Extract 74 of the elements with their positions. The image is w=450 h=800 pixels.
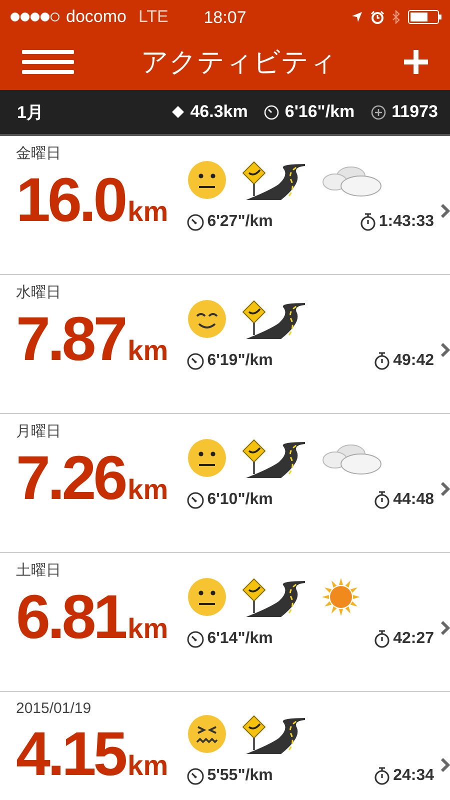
activity-date: 水曜日 — [16, 283, 62, 302]
road-sign-icon — [241, 299, 308, 339]
duration-value: 49:42 — [393, 352, 434, 370]
add-button[interactable] — [404, 50, 428, 74]
distance-value: 6.81 — [16, 582, 125, 653]
speedometer-icon — [187, 492, 204, 508]
activity-date: 金曜日 — [16, 144, 62, 163]
duration-value: 42:27 — [393, 630, 434, 648]
activity-date: 土曜日 — [16, 561, 62, 580]
road-sign-icon — [241, 714, 308, 754]
neutral-face-icon — [187, 438, 228, 478]
chevron-right-icon — [440, 757, 450, 773]
activity-row[interactable]: 土曜日 6.81km 6'14"/km 42:27 — [0, 553, 450, 692]
screen-title: アクティビティ — [141, 46, 337, 80]
road-sign-icon — [241, 160, 308, 200]
activity-date: 2015/01/19 — [16, 700, 92, 717]
network-type: LTE — [138, 7, 168, 27]
activity-date: 月曜日 — [16, 422, 62, 441]
average-pace: 6'16"/km — [284, 102, 355, 122]
distance-unit: km — [128, 750, 168, 782]
stopwatch-icon — [374, 352, 390, 370]
menu-button[interactable] — [22, 50, 74, 74]
chevron-right-icon — [440, 203, 450, 219]
signal-icon — [10, 12, 60, 22]
speedometer-icon — [264, 104, 279, 120]
distance-unit: km — [128, 196, 168, 228]
chevron-right-icon — [440, 342, 450, 358]
distance-unit: km — [128, 335, 168, 367]
clock: 18:07 — [204, 8, 246, 28]
stopwatch-icon — [360, 213, 376, 231]
neutral-face-icon — [187, 160, 228, 200]
distance-value: 16.0 — [16, 165, 125, 236]
speedometer-icon — [187, 352, 204, 370]
pace-value: 6'27"/km — [207, 213, 273, 231]
pace-value: 5'55"/km — [207, 767, 273, 785]
total-calories: 11973 — [392, 102, 438, 122]
pace-value: 6'14"/km — [207, 630, 273, 648]
battery-icon — [408, 10, 442, 24]
squinting-face-icon — [187, 714, 228, 754]
location-arrow-icon — [351, 11, 363, 23]
distance-value: 4.15 — [16, 719, 125, 790]
speedometer-icon — [187, 768, 204, 784]
stopwatch-icon — [374, 491, 390, 509]
distance-value: 7.87 — [16, 304, 125, 375]
alarm-clock-icon — [371, 10, 384, 24]
bluetooth-icon — [392, 10, 400, 24]
stopwatch-icon — [374, 767, 390, 785]
chevron-right-icon — [440, 620, 450, 636]
chevron-right-icon — [440, 481, 450, 497]
neutral-face-icon — [187, 577, 228, 617]
activity-row[interactable]: 2015/01/19 4.15km 5'55"/km 24:34 — [0, 692, 450, 800]
plus-circle-icon — [370, 104, 386, 120]
road-sign-icon — [241, 438, 308, 478]
month-label: 1月 — [17, 102, 44, 124]
speedometer-icon — [187, 630, 204, 648]
duration-value: 44:48 — [393, 491, 434, 509]
activity-row[interactable]: 月曜日 7.26km 6'10"/km 44:48 — [0, 414, 450, 553]
distance-unit: km — [128, 613, 168, 645]
duration-value: 24:34 — [393, 767, 434, 785]
duration-value: 1:43:33 — [378, 213, 434, 231]
carrier-name: docomo — [66, 7, 126, 27]
pace-value: 6'10"/km — [207, 491, 273, 509]
speedometer-icon — [187, 214, 204, 230]
distance-unit: km — [128, 474, 168, 506]
activity-row[interactable]: 水曜日 7.87km 6'19"/km 49:42 — [0, 275, 450, 414]
smiling-face-icon — [187, 299, 228, 339]
diamond-icon — [172, 106, 184, 118]
road-sign-icon — [241, 577, 308, 617]
pace-value: 6'19"/km — [207, 352, 273, 370]
activity-row[interactable]: 金曜日 16.0km 6'27"/km 1:43:33 — [0, 136, 450, 275]
distance-value: 7.26 — [16, 443, 125, 514]
sun-icon — [321, 577, 362, 617]
stopwatch-icon — [374, 630, 390, 648]
total-distance: 46.3km — [190, 102, 248, 122]
